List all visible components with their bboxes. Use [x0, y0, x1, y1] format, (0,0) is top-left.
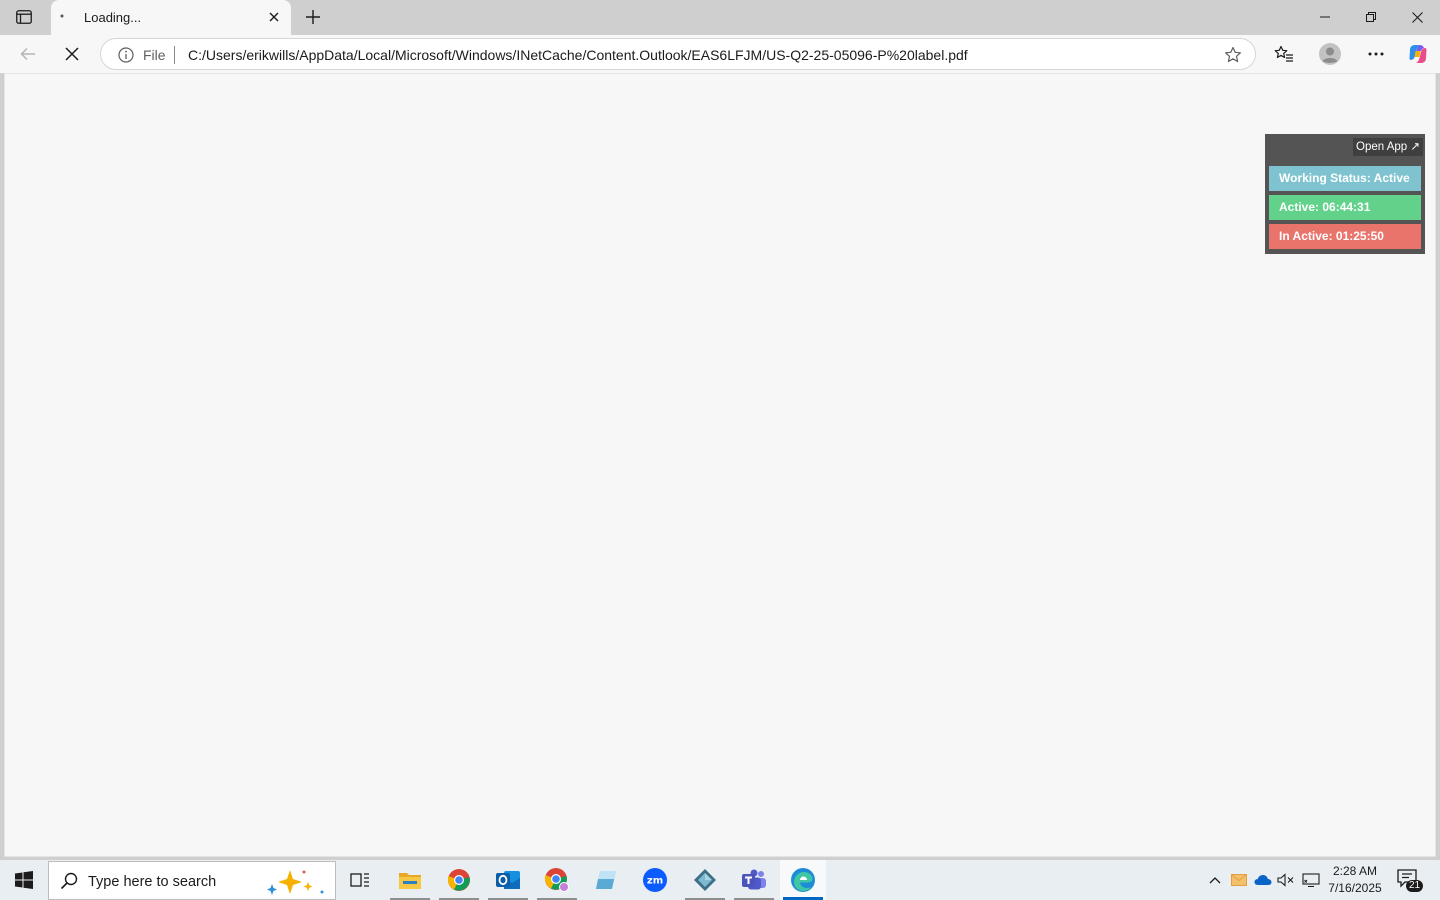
- copilot-icon[interactable]: [1402, 39, 1434, 69]
- stop-loading-icon[interactable]: [56, 39, 88, 69]
- favorites-icon[interactable]: [1268, 39, 1300, 69]
- loading-icon: [59, 13, 65, 19]
- address-bar[interactable]: File C:/Users/erikwills/AppData/Local/Mi…: [100, 38, 1256, 70]
- notification-center-icon[interactable]: 21: [1396, 868, 1426, 894]
- address-scheme-label: File: [143, 47, 166, 63]
- close-window-icon[interactable]: [1394, 0, 1440, 34]
- search-placeholder: Type here to search: [88, 874, 217, 890]
- browser-tab[interactable]: Loading...: [51, 0, 291, 35]
- search-highlight-sparkle-icon: [264, 866, 328, 898]
- browser-titlebar: Loading...: [0, 0, 1440, 35]
- working-status-badge: Working Status: Active: [1269, 166, 1421, 191]
- info-icon[interactable]: [117, 46, 135, 64]
- windows-start-icon[interactable]: [0, 860, 48, 900]
- outlook-icon[interactable]: [485, 860, 531, 900]
- time-tracker-widget: Open App ↗ Working Status: Active Active…: [1265, 134, 1425, 254]
- onedrive-icon[interactable]: [1252, 868, 1274, 892]
- address-divider: [174, 46, 175, 64]
- chrome-profile-icon[interactable]: [534, 860, 580, 900]
- tab-title: Loading...: [84, 10, 142, 25]
- clock-time: 2:28 AM: [1332, 864, 1378, 878]
- task-view-icon[interactable]: [337, 860, 383, 900]
- tab-close-icon[interactable]: [263, 6, 285, 28]
- svg-text:zm: zm: [647, 876, 663, 887]
- zoom-icon[interactable]: zm: [632, 860, 678, 900]
- network-icon[interactable]: [1300, 868, 1322, 892]
- back-icon[interactable]: [12, 39, 44, 69]
- file-explorer-icon[interactable]: [387, 860, 433, 900]
- clock-date: 7/16/2025: [1328, 881, 1382, 895]
- address-url[interactable]: C:/Users/erikwills/AppData/Local/Microso…: [188, 47, 968, 63]
- teams-icon[interactable]: [731, 860, 777, 900]
- profile-avatar-icon[interactable]: [1314, 39, 1346, 69]
- app-diamond-icon[interactable]: [682, 860, 728, 900]
- new-tab-icon[interactable]: [300, 4, 326, 30]
- app-blue-icon[interactable]: [583, 860, 629, 900]
- notification-count-badge: 21: [1406, 880, 1424, 892]
- chrome-icon[interactable]: [436, 860, 482, 900]
- mail-tray-icon[interactable]: [1228, 868, 1250, 892]
- active-time-badge: Active: 06:44:31: [1269, 195, 1421, 220]
- windows-taskbar: Type here to search zm 2:28 AM 7/16/2025…: [0, 860, 1440, 900]
- system-clock[interactable]: 2:28 AM 7/16/2025: [1322, 863, 1388, 897]
- tab-actions-icon[interactable]: [10, 4, 38, 30]
- minimize-icon[interactable]: [1302, 0, 1348, 34]
- more-options-icon[interactable]: [1360, 39, 1392, 69]
- restore-icon[interactable]: [1348, 0, 1394, 34]
- show-hidden-icons-chevron-icon[interactable]: [1204, 868, 1226, 892]
- page-content: [4, 73, 1436, 857]
- open-app-button[interactable]: Open App ↗: [1353, 138, 1423, 156]
- inactive-time-badge: In Active: 01:25:50: [1269, 224, 1421, 249]
- taskbar-search-box[interactable]: Type here to search: [48, 861, 336, 900]
- favorite-star-icon[interactable]: [1223, 45, 1243, 65]
- volume-muted-icon[interactable]: [1275, 868, 1297, 892]
- browser-toolbar: File C:/Users/erikwills/AppData/Local/Mi…: [0, 35, 1440, 73]
- search-icon: [59, 871, 79, 891]
- edge-icon[interactable]: [780, 860, 826, 900]
